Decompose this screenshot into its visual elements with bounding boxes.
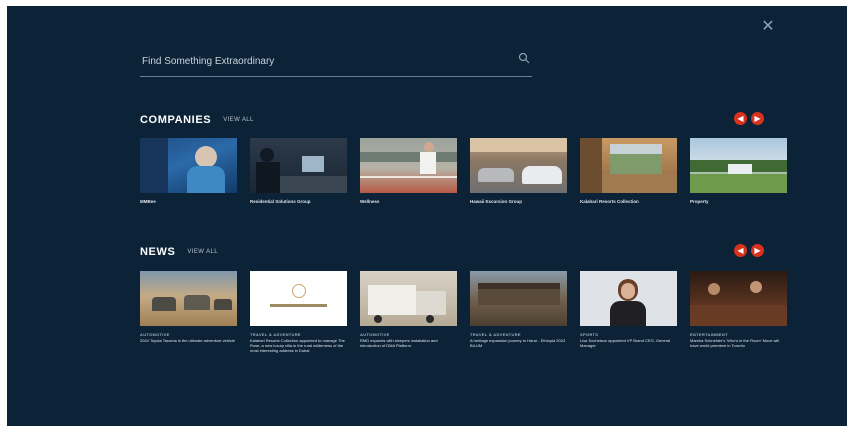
office-meeting-icon	[250, 138, 347, 193]
companies-view-all-link[interactable]: VIEW ALL	[223, 117, 254, 123]
news-card[interactable]: SPORTS Lisa Sochelson appointed VP Brand…	[580, 271, 677, 354]
garage-cars-icon	[470, 138, 567, 193]
arrow-left-icon[interactable]: ◀	[734, 112, 747, 125]
building-icon	[470, 271, 567, 326]
companies-carousel-controls: ◀ ▶	[734, 112, 764, 125]
news-card[interactable]: TRAVEL & ADVENTURE A heritage expansion …	[470, 271, 567, 354]
company-label: MMBee	[140, 199, 156, 204]
news-category: TRAVEL & ADVENTURE	[470, 332, 521, 337]
search-bar	[140, 48, 532, 77]
news-title: NEWS	[140, 246, 176, 258]
logo-card-icon	[250, 271, 347, 326]
news-title-text: Kalahari Resorts Collection appointed to…	[250, 338, 345, 354]
news-card[interactable]: AUTOMOTIVE 2024 Toyota Tacoma is the ult…	[140, 271, 237, 354]
open-terrace-icon	[580, 138, 677, 193]
company-card[interactable]: Hawaii Excursion Group	[470, 138, 567, 205]
news-row: AUTOMOTIVE 2024 Toyota Tacoma is the ult…	[140, 271, 787, 354]
arrow-right-icon[interactable]: ▶	[751, 244, 764, 257]
news-title-text: A heritage expansion journey to Harar - …	[470, 338, 566, 349]
news-title-text: RMD expands with sleepers installation a…	[360, 338, 438, 349]
companies-title: COMPANIES	[140, 114, 212, 126]
news-card[interactable]: TRAVEL & ADVENTURE Kalahari Resorts Coll…	[250, 271, 347, 354]
company-card[interactable]: MMBee	[140, 138, 237, 205]
news-card[interactable]: AUTOMOTIVE RMD expands with sleepers ins…	[360, 271, 457, 354]
news-category: AUTOMOTIVE	[360, 332, 390, 337]
company-card[interactable]: Kalahari Resorts Collection	[580, 138, 677, 205]
news-card[interactable]: ENTERTAINMENT Marsha Schneider's 'Who's …	[690, 271, 787, 354]
company-label: Property	[690, 199, 709, 204]
company-card[interactable]: Wellness	[360, 138, 457, 205]
news-category: SPORTS	[580, 332, 599, 337]
search-input[interactable]	[140, 50, 504, 72]
companies-header: COMPANIES VIEW ALL	[140, 112, 254, 128]
news-category: ENTERTAINMENT	[690, 332, 728, 337]
company-label: Kalahari Resorts Collection	[580, 199, 639, 204]
truck-icon	[360, 271, 457, 326]
close-icon[interactable]: ✕	[759, 18, 777, 36]
dinner-scene-icon	[690, 271, 787, 326]
news-category: TRAVEL & ADVENTURE	[250, 332, 301, 337]
house-landscape-icon	[690, 138, 787, 193]
arrow-right-icon[interactable]: ▶	[751, 112, 764, 125]
search-icon[interactable]	[518, 52, 530, 64]
person-portrait-blue-icon	[140, 138, 237, 193]
news-category: AUTOMOTIVE	[140, 332, 170, 337]
woman-portrait-icon	[580, 271, 677, 326]
news-title-text: 2024 Toyota Tacoma is the ultimate adven…	[140, 338, 236, 343]
company-label: Hawaii Excursion Group	[470, 199, 523, 204]
company-label: Wellness	[360, 199, 380, 204]
vehicles-desert-icon	[140, 271, 237, 326]
news-carousel-controls: ◀ ▶	[734, 244, 764, 257]
news-header: NEWS VIEW ALL	[140, 244, 218, 260]
news-title-text: Marsha Schneider's 'Who's in the Room' M…	[690, 338, 780, 349]
arrow-left-icon[interactable]: ◀	[734, 244, 747, 257]
company-card[interactable]: Residential Solutions Group	[250, 138, 347, 205]
companies-row: MMBee Residential Solutions Group Wellne…	[140, 138, 787, 205]
company-label: Residential Solutions Group	[250, 199, 311, 204]
news-title-text: Lisa Sochelson appointed VP Brand CEO, G…	[580, 338, 671, 349]
news-view-all-link[interactable]: VIEW ALL	[187, 249, 218, 255]
search-overlay: ✕ COMPANIES VIEW ALL ◀ ▶ MMBee	[7, 6, 847, 426]
company-card[interactable]: Property	[690, 138, 787, 205]
tennis-court-icon	[360, 138, 457, 193]
